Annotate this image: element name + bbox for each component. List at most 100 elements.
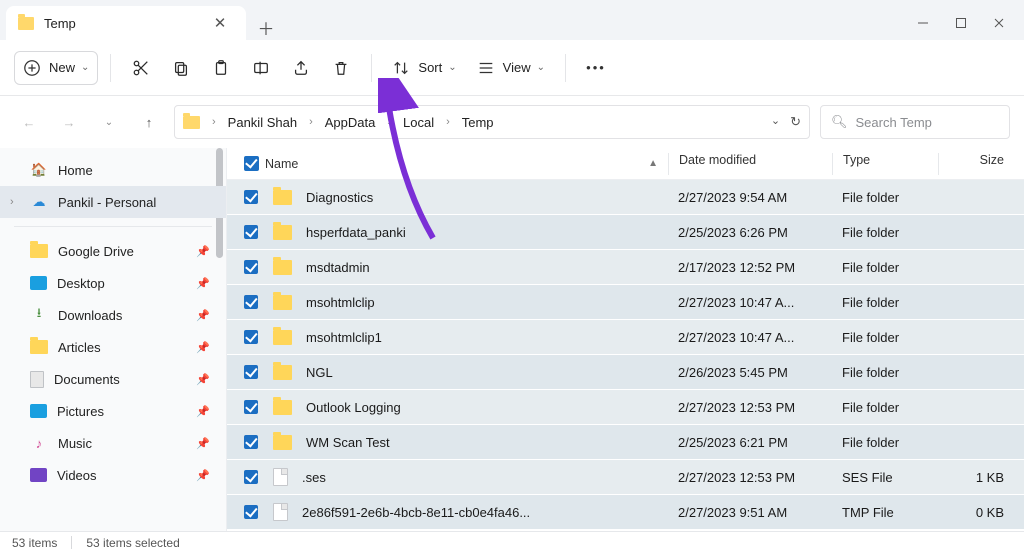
pin-icon: 📌 [196,373,210,386]
back-button[interactable]: ← [14,107,44,137]
file-type: SES File [842,470,893,485]
sidebar-item-home[interactable]: 🏠 Home [0,154,226,186]
sidebar-item-music[interactable]: ♪Music📌 [0,427,226,459]
search-input[interactable] [856,115,1024,130]
row-checkbox[interactable] [244,260,258,274]
file-name: hsperfdata_panki [306,225,406,240]
sidebar-item-google-drive[interactable]: Google Drive📌 [0,235,226,267]
row-checkbox[interactable] [244,225,258,239]
file-name: WM Scan Test [306,435,390,450]
add-tab-button[interactable]: ＋ [246,15,286,40]
crumb-3[interactable]: Temp [458,113,498,132]
close-tab-icon[interactable]: ✕ [206,14,234,32]
file-date: 2/27/2023 12:53 PM [678,470,795,485]
sidebar-item-articles[interactable]: Articles📌 [0,331,226,363]
file-name: msdtadmin [306,260,370,275]
file-name: .ses [302,470,326,485]
copy-button[interactable] [163,50,199,86]
more-button[interactable]: ••• [578,50,614,86]
rename-icon [252,59,270,77]
sort-button[interactable]: Sort ⌄ [384,50,464,86]
file-row[interactable]: WM Scan Test2/25/2023 6:21 PMFile folder [227,425,1024,460]
file-row[interactable]: msohtmlclip2/27/2023 10:47 A...File fold… [227,285,1024,320]
pin-icon: 📌 [196,469,210,482]
maximize-button[interactable] [954,16,968,30]
new-button[interactable]: New ⌄ [14,51,98,85]
close-button[interactable] [992,16,1006,30]
sidebar-item-videos[interactable]: Videos📌 [0,459,226,491]
file-row[interactable]: msdtadmin2/17/2023 12:52 PMFile folder [227,250,1024,285]
file-date: 2/27/2023 10:47 A... [678,295,794,310]
minimize-button[interactable] [916,16,930,30]
row-checkbox[interactable] [244,435,258,449]
crumb-2[interactable]: Local [399,113,438,132]
file-row[interactable]: NGL2/26/2023 5:45 PMFile folder [227,355,1024,390]
file-row[interactable]: .ses2/27/2023 12:53 PMSES File1 KB [227,460,1024,495]
toolbar: New ⌄ Sort ⌄ View ⌄ ••• [0,40,1024,96]
recent-button[interactable]: ⌄ [94,107,124,137]
forward-button[interactable]: → [54,107,84,137]
row-checkbox[interactable] [244,505,258,519]
folder-icon [273,330,292,345]
file-type: File folder [842,400,899,415]
row-checkbox[interactable] [244,365,258,379]
chevron-down-icon[interactable]: ⌄ [771,114,780,130]
select-all-checkbox[interactable] [244,156,259,171]
row-checkbox[interactable] [244,330,258,344]
folder-icon [273,260,292,275]
file-row[interactable]: 2e86f591-2e6b-4bcb-8e11-cb0e4fa46...2/27… [227,495,1024,530]
file-name: msohtmlclip1 [306,330,382,345]
paste-button[interactable] [203,50,239,86]
folder-icon [273,295,292,310]
column-headers: Name▲ Date modified Type Size [227,148,1024,180]
tab-temp[interactable]: Temp ✕ [6,6,246,40]
pin-icon: 📌 [196,437,210,450]
file-type: File folder [842,190,899,205]
rename-button[interactable] [243,50,279,86]
address-bar[interactable]: › Pankil Shah › AppData › Local › Temp ⌄… [174,105,810,139]
cut-button[interactable] [123,50,159,86]
file-row[interactable]: Outlook Logging2/27/2023 12:53 PMFile fo… [227,390,1024,425]
file-type: TMP File [842,505,894,520]
sidebar-item-documents[interactable]: Documents📌 [0,363,226,395]
folder-icon [273,365,292,380]
file-date: 2/27/2023 9:54 AM [678,190,787,205]
file-date: 2/25/2023 6:21 PM [678,435,788,450]
col-date[interactable]: Date modified [679,153,756,167]
download-icon: ⭳ [30,306,48,324]
row-checkbox[interactable] [244,470,258,484]
ellipsis-icon: ••• [586,60,606,75]
row-checkbox[interactable] [244,400,258,414]
refresh-button[interactable]: ↻ [790,114,801,130]
folder-icon [273,400,292,415]
sidebar: 🏠 Home › ☁ Pankil - Personal Google Driv… [0,148,227,531]
status-bar: 53 items 53 items selected [0,531,1024,553]
col-size[interactable]: Size [980,153,1004,167]
crumb-0[interactable]: Pankil Shah [224,113,301,132]
file-row[interactable]: msohtmlclip12/27/2023 10:47 A...File fol… [227,320,1024,355]
share-button[interactable] [283,50,319,86]
crumb-1[interactable]: AppData [321,113,380,132]
search-box[interactable]: 🔍︎ [820,105,1010,139]
sidebar-item-personal[interactable]: › ☁ Pankil - Personal [0,186,226,218]
up-button[interactable]: ↑ [134,107,164,137]
chevron-down-icon: ⌄ [448,62,456,73]
folder-icon [273,435,292,450]
col-name[interactable]: Name [265,157,298,171]
sidebar-item-pictures[interactable]: Pictures📌 [0,395,226,427]
row-checkbox[interactable] [244,295,258,309]
row-checkbox[interactable] [244,190,258,204]
file-row[interactable]: Diagnostics2/27/2023 9:54 AMFile folder [227,180,1024,215]
sidebar-item-downloads[interactable]: ⭳Downloads📌 [0,299,226,331]
file-row[interactable]: hsperfdata_panki2/25/2023 6:26 PMFile fo… [227,215,1024,250]
file-date: 2/26/2023 5:45 PM [678,365,788,380]
delete-button[interactable] [323,50,359,86]
col-type[interactable]: Type [843,153,870,167]
pin-icon: 📌 [196,405,210,418]
view-button[interactable]: View ⌄ [469,50,553,86]
sidebar-item-desktop[interactable]: Desktop📌 [0,267,226,299]
file-name: NGL [306,365,333,380]
music-icon: ♪ [30,434,48,452]
sort-icon [392,59,410,77]
scissors-icon [132,59,150,77]
